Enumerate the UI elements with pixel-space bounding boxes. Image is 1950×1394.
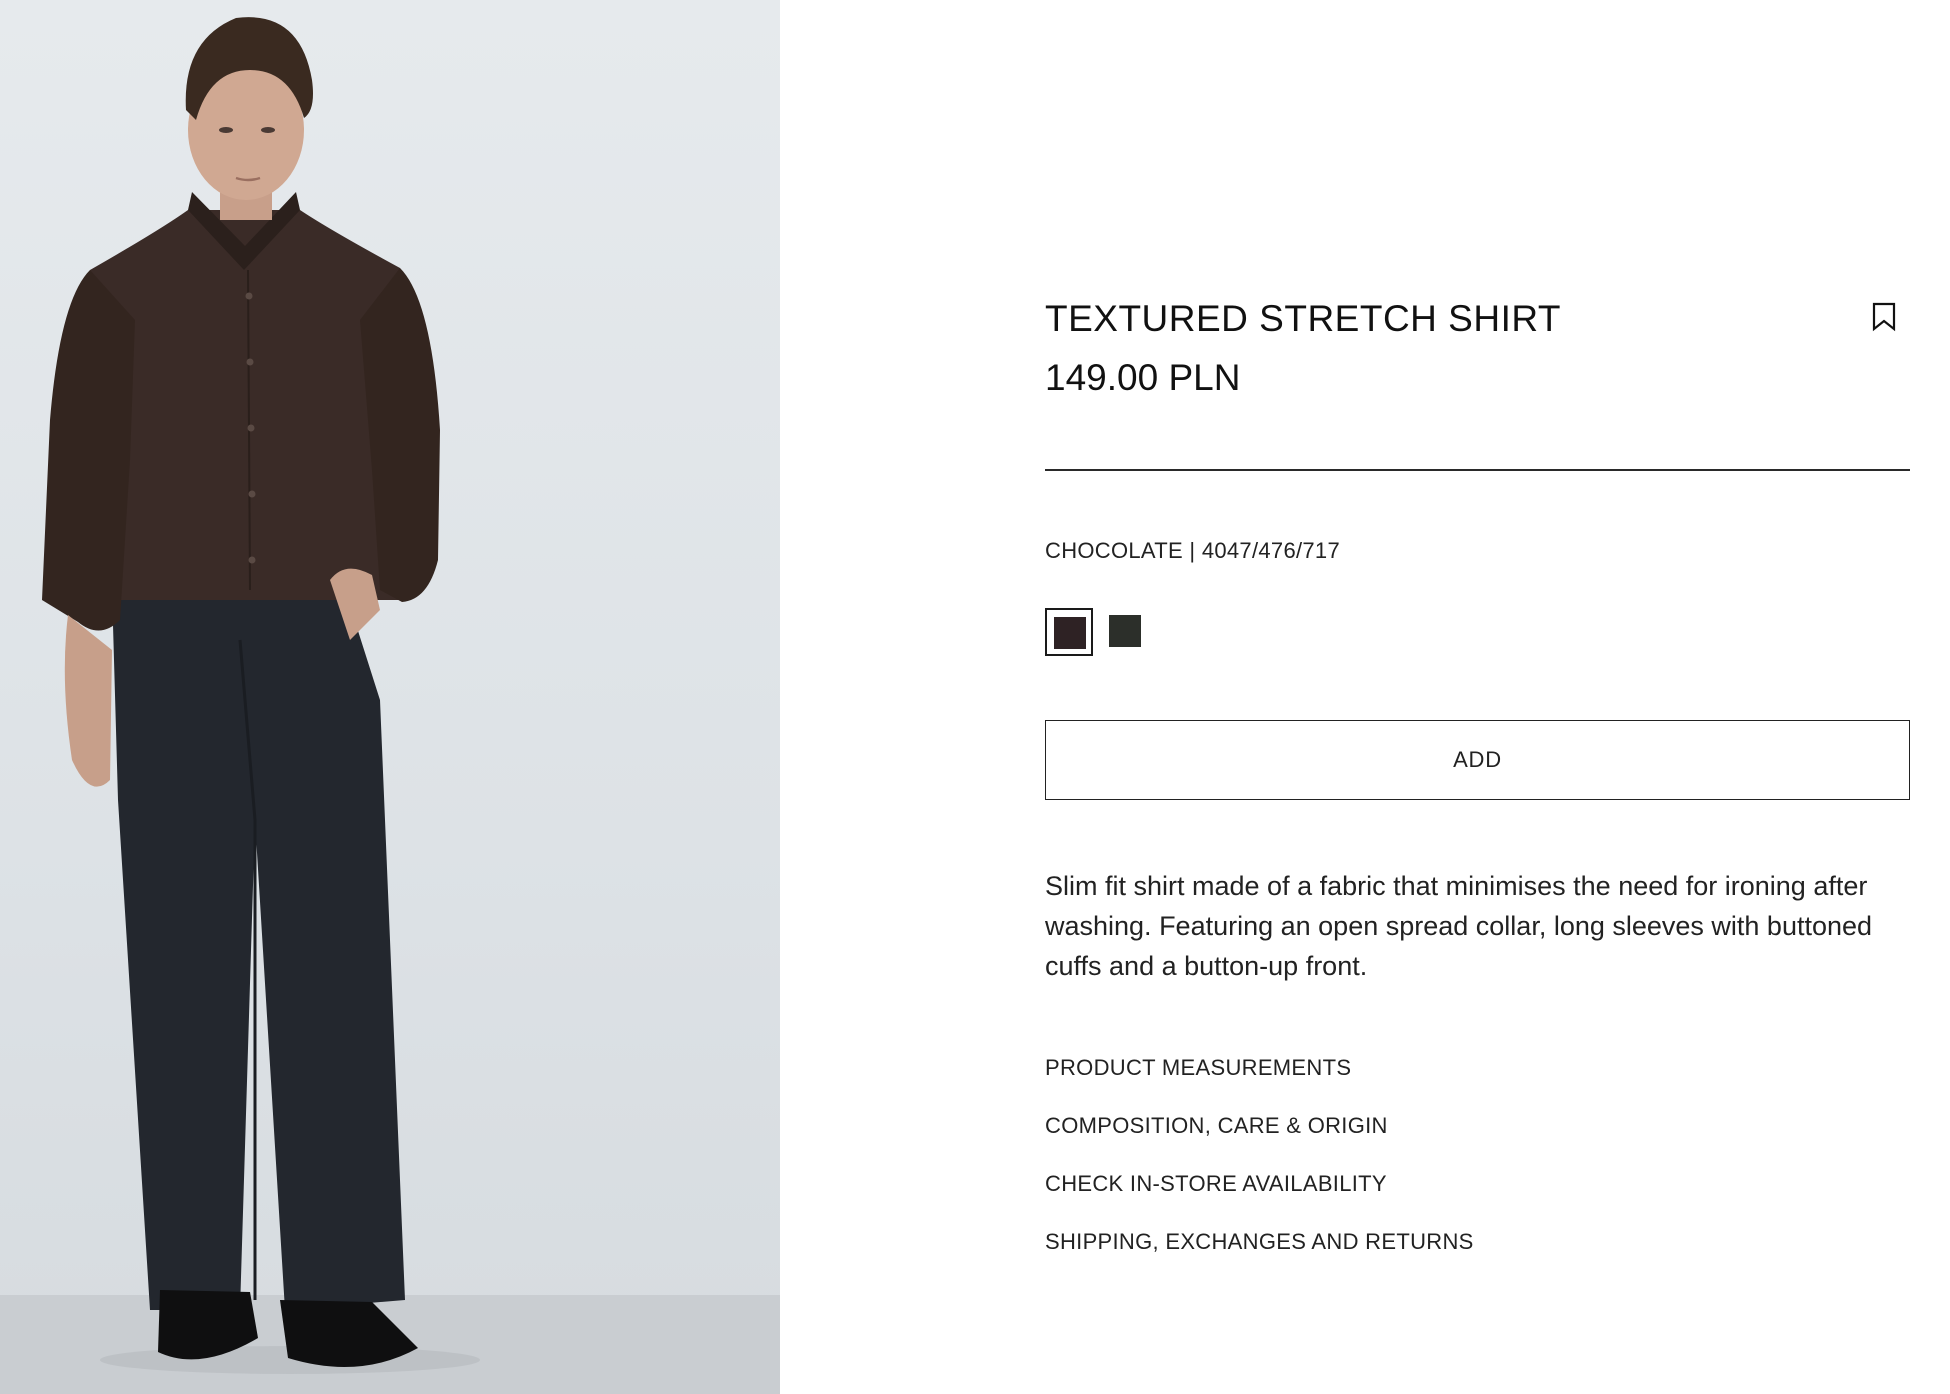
- color-and-reference: CHOCOLATE | 4047/476/717: [1045, 538, 1340, 563]
- product-title: TEXTURED STRETCH SHIRT: [1045, 298, 1562, 339]
- swatch-chocolate-fill: [1054, 617, 1086, 649]
- link-product-measurements[interactable]: PRODUCT MEASUREMENTS: [1045, 1055, 1351, 1081]
- swatch-dark-green[interactable]: [1102, 608, 1150, 656]
- product-image[interactable]: [0, 0, 780, 1394]
- product-price: 149.00 PLN: [1045, 357, 1241, 398]
- link-shipping-exchanges-returns[interactable]: SHIPPING, EXCHANGES AND RETURNS: [1045, 1229, 1474, 1255]
- product-description: Slim fit shirt made of a fabric that min…: [1045, 871, 1873, 981]
- product-info: TEXTURED STRETCH SHIRT 149.00 PLN CHOCOL…: [1045, 0, 1910, 1394]
- link-composition-care-origin[interactable]: COMPOSITION, CARE & ORIGIN: [1045, 1113, 1388, 1139]
- link-check-in-store-availability[interactable]: CHECK IN-STORE AVAILABILITY: [1045, 1171, 1387, 1197]
- product-page: TEXTURED STRETCH SHIRT 149.00 PLN CHOCOL…: [0, 0, 1950, 1394]
- swatch-dark-green-fill: [1109, 615, 1141, 647]
- add-to-cart-button[interactable]: ADD: [1045, 720, 1910, 800]
- divider: [1045, 469, 1910, 471]
- bookmark-icon[interactable]: [1871, 302, 1897, 332]
- model-illustration: [0, 17, 780, 1394]
- swatch-chocolate[interactable]: [1045, 608, 1093, 656]
